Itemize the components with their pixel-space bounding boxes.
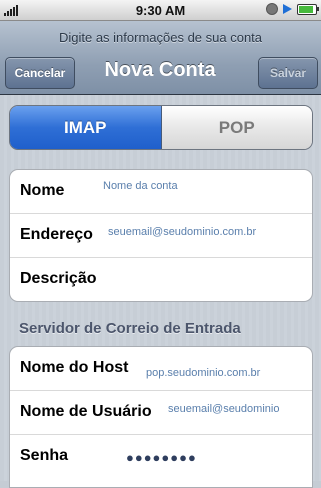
- password-label: Senha: [20, 447, 69, 464]
- password-row[interactable]: Senha ●●●●●●●●: [10, 435, 312, 478]
- status-time: 9:30 AM: [135, 2, 186, 18]
- segment-imap[interactable]: IMAP: [10, 106, 162, 149]
- host-label: Nome do Host: [20, 359, 129, 376]
- password-field[interactable]: ●●●●●●●●: [126, 450, 197, 465]
- orientation-lock-icon: [266, 3, 278, 15]
- status-bar: 9:30 AM: [0, 0, 321, 21]
- name-label: Nome: [20, 182, 65, 199]
- cancel-button[interactable]: Cancelar: [5, 57, 75, 89]
- name-row[interactable]: Nome Nome da conta: [10, 170, 312, 214]
- signal-icon: [4, 4, 18, 16]
- host-field[interactable]: pop.seudominio.com.br: [146, 367, 260, 379]
- username-label: Nome de Usuário: [20, 403, 152, 420]
- account-type-segmented-control: IMAP POP: [9, 105, 313, 150]
- save-button[interactable]: Salvar: [258, 57, 318, 89]
- play-icon: [283, 4, 292, 14]
- description-row[interactable]: Descrição: [10, 258, 312, 301]
- host-row[interactable]: Nome do Host pop.seudominio.com.br: [10, 347, 312, 391]
- name-field[interactable]: Nome da conta: [103, 180, 178, 192]
- email-field[interactable]: seuemail@seudominio.com.br: [108, 226, 256, 238]
- account-info-group: Nome Nome da conta Endereço seuemail@seu…: [9, 169, 313, 302]
- nav-prompt: Digite as informações de sua conta: [58, 30, 263, 45]
- navigation-bar: Digite as informações de sua conta Cance…: [0, 21, 321, 95]
- description-label: Descrição: [20, 270, 97, 287]
- username-field[interactable]: seuemail@seudominio: [168, 403, 279, 415]
- segment-pop[interactable]: POP: [161, 106, 312, 149]
- incoming-server-group: Nome do Host pop.seudominio.com.br Nome …: [9, 346, 313, 488]
- username-row[interactable]: Nome de Usuário seuemail@seudominio: [10, 391, 312, 435]
- battery-icon: [297, 3, 319, 15]
- address-row[interactable]: Endereço seuemail@seudominio.com.br: [10, 214, 312, 258]
- incoming-server-header: Servidor de Correio de Entrada: [19, 320, 241, 337]
- address-label: Endereço: [20, 226, 93, 243]
- page-title: Nova Conta: [104, 59, 216, 81]
